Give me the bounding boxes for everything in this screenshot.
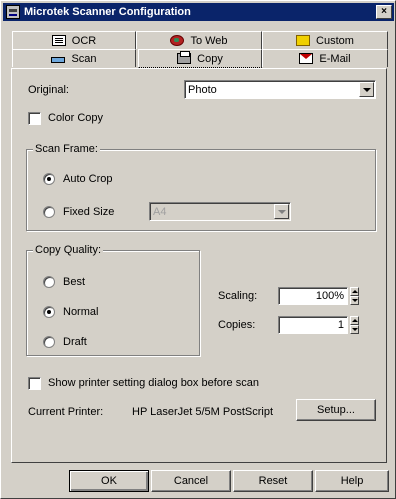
fixed-size-value: A4 bbox=[153, 205, 167, 218]
fixed-size-radio[interactable] bbox=[43, 206, 55, 218]
ocr-icon bbox=[51, 35, 66, 46]
tab-copy-label: Copy bbox=[197, 52, 223, 65]
cancel-button[interactable]: Cancel bbox=[151, 470, 231, 492]
tab-to-web[interactable]: To Web bbox=[136, 31, 262, 49]
original-label: Original: bbox=[28, 84, 69, 96]
color-copy-checkbox[interactable] bbox=[28, 112, 41, 125]
tab-scan-label: Scan bbox=[71, 52, 97, 65]
scaling-input[interactable]: 100% bbox=[278, 287, 348, 305]
auto-crop-label[interactable]: Auto Crop bbox=[63, 173, 113, 185]
current-printer-value: HP LaserJet 5/5M PostScript bbox=[132, 406, 274, 418]
copy-tab-panel: Original: Photo Color Copy Scan Frame: A… bbox=[11, 68, 387, 463]
draft-radio[interactable] bbox=[43, 336, 55, 348]
copy-quality-title: Copy Quality: bbox=[33, 244, 104, 256]
tab-scan[interactable]: Scan bbox=[12, 49, 136, 67]
globe-icon bbox=[170, 35, 185, 46]
fixed-size-select[interactable]: A4 bbox=[149, 202, 291, 221]
tab-custom-label: Custom bbox=[316, 34, 354, 47]
dialog-window: Microtek Scanner Configuration × OCR To … bbox=[0, 0, 396, 499]
tab-email-label: E-Mail bbox=[319, 52, 351, 65]
current-printer-label: Current Printer: bbox=[28, 406, 104, 418]
show-printer-label[interactable]: Show printer setting dialog box before s… bbox=[48, 377, 259, 389]
tab-copy[interactable]: Copy bbox=[138, 49, 262, 68]
tab-email[interactable]: E-Mail bbox=[262, 49, 388, 67]
show-printer-checkbox[interactable] bbox=[28, 377, 41, 390]
copies-input[interactable]: 1 bbox=[278, 316, 348, 334]
best-radio[interactable] bbox=[43, 276, 55, 288]
mail-icon bbox=[299, 53, 314, 64]
copier-icon bbox=[177, 51, 192, 64]
spin-up-icon[interactable] bbox=[350, 316, 359, 325]
normal-radio[interactable] bbox=[43, 306, 55, 318]
chevron-down-icon[interactable] bbox=[274, 204, 289, 219]
title-bar[interactable]: Microtek Scanner Configuration × bbox=[3, 3, 394, 21]
scanner-icon bbox=[51, 57, 66, 63]
folder-icon bbox=[296, 35, 311, 46]
scan-frame-group: Scan Frame: Auto Crop Fixed Size A4 bbox=[26, 143, 376, 231]
spin-down-icon[interactable] bbox=[350, 296, 359, 305]
close-button[interactable]: × bbox=[376, 5, 392, 19]
normal-label[interactable]: Normal bbox=[63, 306, 98, 318]
draft-label[interactable]: Draft bbox=[63, 336, 87, 348]
color-copy-label[interactable]: Color Copy bbox=[48, 112, 103, 124]
tab-to-web-label: To Web bbox=[190, 34, 228, 47]
copies-label: Copies: bbox=[218, 319, 256, 331]
help-button[interactable]: Help bbox=[315, 470, 389, 492]
spin-down-icon[interactable] bbox=[350, 325, 359, 334]
scaling-label: Scaling: bbox=[218, 290, 258, 302]
scaling-spinner[interactable] bbox=[350, 287, 359, 305]
ok-button[interactable]: OK bbox=[69, 470, 149, 492]
copy-quality-group: Copy Quality: Best Normal Draft bbox=[26, 244, 200, 356]
setup-button[interactable]: Setup... bbox=[296, 399, 376, 421]
chevron-down-icon[interactable] bbox=[359, 82, 374, 97]
best-label[interactable]: Best bbox=[63, 276, 85, 288]
spin-up-icon[interactable] bbox=[350, 287, 359, 296]
original-value: Photo bbox=[188, 83, 217, 96]
auto-crop-radio[interactable] bbox=[43, 173, 55, 185]
copies-spinner[interactable] bbox=[350, 316, 359, 334]
scanner-app-icon bbox=[6, 5, 20, 19]
scan-frame-title: Scan Frame: bbox=[33, 143, 100, 155]
reset-button[interactable]: Reset bbox=[233, 470, 313, 492]
original-select[interactable]: Photo bbox=[184, 80, 376, 99]
fixed-size-label[interactable]: Fixed Size bbox=[63, 206, 114, 218]
window-title: Microtek Scanner Configuration bbox=[24, 6, 191, 18]
tab-ocr[interactable]: OCR bbox=[12, 31, 136, 49]
tab-custom[interactable]: Custom bbox=[262, 31, 388, 49]
tab-ocr-label: OCR bbox=[71, 34, 97, 47]
